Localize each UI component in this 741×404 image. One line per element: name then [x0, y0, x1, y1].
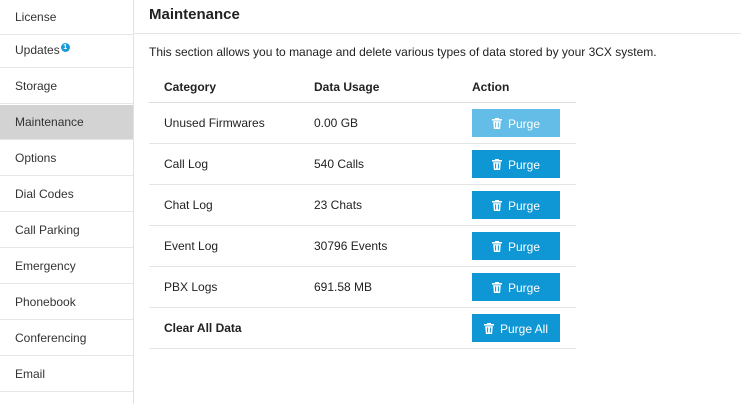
button-label: Purge	[507, 158, 541, 172]
sidebar-item-label: Email	[15, 367, 46, 381]
purge-unused-firmwares-button[interactable]: Purge	[472, 109, 560, 137]
clear-all-label: Clear All Data	[164, 321, 242, 335]
data-usage-cell: 23 Chats	[314, 198, 363, 212]
maintenance-table: Category Data Usage Action Unused Firmwa…	[149, 72, 576, 349]
sidebar-item-label: Maintenance	[15, 115, 84, 129]
sidebar-item-label: Options	[15, 151, 57, 165]
sidebar: License Updates 1 Storage Maintenance Opt…	[0, 0, 134, 404]
column-header-data-usage: Data Usage	[314, 80, 380, 94]
sidebar-item-conferencing[interactable]: Conferencing	[0, 321, 133, 356]
button-label: Purge	[507, 240, 541, 254]
table-row-clear-all: Clear All Data Purge All	[149, 308, 576, 349]
sidebar-item-options[interactable]: Options	[0, 141, 133, 176]
button-label: Purge All	[499, 322, 549, 336]
sidebar-item-label: License	[15, 10, 57, 24]
update-count-badge: 1	[60, 43, 70, 52]
trash-icon	[483, 323, 494, 335]
sidebar-item-label: Emergency	[15, 259, 76, 273]
sidebar-item-label: Conferencing	[15, 331, 87, 345]
column-header-category: Category	[164, 80, 217, 94]
purge-all-button[interactable]: Purge All	[472, 314, 560, 342]
table-row-pbx-logs: PBX Logs 691.58 MB Purge	[149, 267, 576, 308]
sidebar-item-storage[interactable]: Storage	[0, 69, 133, 104]
category-cell: Unused Firmwares	[164, 116, 265, 130]
data-usage-cell: 0.00 GB	[314, 116, 359, 130]
data-usage-cell: 691.58 MB	[314, 280, 373, 294]
data-usage-cell: 540 Calls	[314, 157, 365, 171]
sidebar-item-label: Dial Codes	[15, 187, 74, 201]
sidebar-item-emergency[interactable]: Emergency	[0, 249, 133, 284]
button-label: Purge	[507, 199, 541, 213]
sidebar-item-email[interactable]: Email	[0, 357, 133, 392]
sidebar-item-label: Phonebook	[15, 295, 76, 309]
sidebar-item-call-parking[interactable]: Call Parking	[0, 213, 133, 248]
table-row-event-log: Event Log 30796 Events Purge	[149, 226, 576, 267]
sidebar-item-updates[interactable]: Updates 1	[0, 33, 133, 68]
trash-icon	[491, 241, 502, 253]
table-row-call-log: Call Log 540 Calls Purge	[149, 144, 576, 185]
sidebar-item-label: Call Parking	[15, 223, 80, 237]
purge-pbx-logs-button[interactable]: Purge	[472, 273, 560, 301]
table-header-row: Category Data Usage Action	[149, 72, 576, 103]
sidebar-item-label: Updates	[15, 43, 60, 57]
column-header-action: Action	[472, 80, 510, 94]
trash-icon	[491, 200, 502, 212]
button-label: Purge	[507, 281, 541, 295]
purge-chat-log-button[interactable]: Purge	[472, 191, 560, 219]
title-divider	[134, 33, 741, 34]
page-title: Maintenance	[149, 6, 240, 23]
section-description: This section allows you to manage and de…	[149, 45, 657, 59]
sidebar-item-phonebook[interactable]: Phonebook	[0, 285, 133, 320]
table-row-unused-firmwares: Unused Firmwares 0.00 GB Purge	[149, 103, 576, 144]
purge-call-log-button[interactable]: Purge	[472, 150, 560, 178]
category-cell: Event Log	[164, 239, 219, 253]
main-content: Maintenance This section allows you to m…	[134, 0, 741, 404]
category-cell: Chat Log	[164, 198, 213, 212]
trash-icon	[491, 118, 502, 130]
table-row-chat-log: Chat Log 23 Chats Purge	[149, 185, 576, 226]
category-cell: Call Log	[164, 157, 209, 171]
sidebar-item-label: Storage	[15, 79, 58, 93]
category-cell: PBX Logs	[164, 280, 218, 294]
button-label: Purge	[507, 117, 541, 131]
trash-icon	[491, 159, 502, 171]
sidebar-item-dial-codes[interactable]: Dial Codes	[0, 177, 133, 212]
purge-event-log-button[interactable]: Purge	[472, 232, 560, 260]
data-usage-cell: 30796 Events	[314, 239, 388, 253]
trash-icon	[491, 282, 502, 294]
sidebar-item-maintenance[interactable]: Maintenance	[0, 105, 133, 140]
sidebar-item-license[interactable]: License	[0, 0, 133, 35]
